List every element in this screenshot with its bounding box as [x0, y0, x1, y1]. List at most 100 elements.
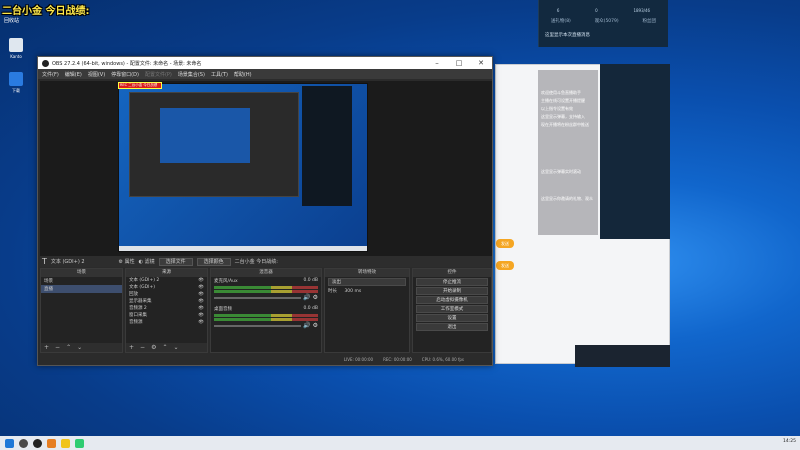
menu-help[interactable]: 帮助(H): [234, 71, 252, 78]
source-item[interactable]: 回放 👁: [126, 291, 207, 298]
maximize-icon[interactable]: □: [448, 59, 470, 67]
send-button-2[interactable]: 发送: [496, 261, 514, 270]
eye-icon[interactable]: 👁: [198, 305, 204, 312]
obs-window: OBS 27.2.4 (64-bit, windows) - 配置文件: 未命名…: [37, 56, 493, 366]
sources-header: 来源: [126, 269, 207, 277]
folder-icon[interactable]: [61, 438, 70, 448]
menu-profile[interactable]: 配置文件(P): [145, 71, 172, 78]
scene-item[interactable]: 场景: [41, 277, 122, 285]
nested-preview: [129, 92, 299, 197]
filters-button[interactable]: ◐ 滤镜: [139, 258, 155, 265]
close-icon[interactable]: ✕: [470, 59, 492, 67]
pick-file-button[interactable]: 选择文件: [158, 257, 193, 266]
menu-docks[interactable]: 停靠窗口(D): [111, 71, 139, 78]
studio-mode-button[interactable]: 工作室模式: [416, 305, 488, 313]
gear-icon[interactable]: ⚙: [313, 294, 318, 301]
search-icon[interactable]: [19, 438, 28, 448]
scene-item[interactable]: 直播: [41, 285, 122, 293]
menu-file[interactable]: 文件(F): [42, 71, 59, 78]
source-item[interactable]: 文本 (GDI+) 2 👁: [126, 277, 207, 284]
scenes-header: 场景: [41, 269, 122, 277]
mixer-meter: [214, 318, 318, 321]
eye-icon[interactable]: 👁: [198, 291, 204, 298]
scenes-footer: + − ⌃ ⌄: [41, 343, 122, 352]
mixer-meter: [214, 314, 318, 317]
rec-timer: REC: 00:00:00: [383, 356, 412, 362]
speaker-icon[interactable]: 🔊: [303, 294, 310, 301]
minimize-icon[interactable]: –: [426, 59, 448, 67]
obs-titlebar[interactable]: OBS 27.2.4 (64-bit, windows) - 配置文件: 未命名…: [38, 57, 492, 69]
add-icon[interactable]: +: [44, 344, 49, 351]
eye-icon[interactable]: 👁: [198, 319, 204, 326]
volume-slider[interactable]: [214, 296, 302, 299]
obs-window-title: OBS 27.2.4 (64-bit, windows) - 配置文件: 未命名…: [52, 60, 202, 67]
remove-icon[interactable]: −: [55, 344, 60, 351]
down-icon[interactable]: ⌄: [77, 344, 82, 351]
eye-icon[interactable]: 👁: [198, 277, 204, 284]
obs-menubar: 文件(F) 编辑(E) 视图(V) 停靠窗口(D) 配置文件(P) 场景集合(S…: [38, 69, 492, 79]
menu-edit[interactable]: 编辑(E): [65, 71, 82, 78]
source-toolbar: T 文本 (GDI+) 2 ⚙ 属性 ◐ 滤镜 选择文件 选择颜色 二台小金 今…: [40, 256, 492, 267]
up-icon[interactable]: ⌃: [66, 344, 71, 351]
scenes-dock: 场景 场景 直播 + − ⌃ ⌄: [40, 268, 123, 353]
obs-taskbar-icon[interactable]: [33, 438, 42, 448]
stream-overlay-title: 二台小金 今日战绩:: [2, 6, 90, 17]
source-item[interactable]: 音频源 2 👁: [126, 305, 207, 312]
live-stats-panel: 6 0 1893/46 送礼物(8) 观众(5079) 粉丝团 这里显示本次直播…: [538, 0, 668, 47]
source-item[interactable]: 文本 (GDI+) 👁: [126, 284, 207, 291]
send-button-1[interactable]: 发送: [496, 239, 514, 248]
volume-slider[interactable]: [214, 324, 302, 327]
text-content-value[interactable]: 二台小金 今日战绩:: [235, 258, 278, 265]
up-icon[interactable]: ⌃: [162, 344, 167, 351]
menu-scene-collection[interactable]: 场景集合(S): [178, 71, 205, 78]
mixer-channel-label: 桌面音频 0.0 dB: [214, 306, 318, 312]
duration-field[interactable]: 300 ms: [344, 289, 361, 294]
system-tray: 14:25: [783, 439, 796, 444]
start-icon[interactable]: [5, 438, 14, 448]
source-item[interactable]: 显示器采集 👁: [126, 298, 207, 305]
mixer-meter: [214, 286, 318, 289]
menu-view[interactable]: 视图(V): [88, 71, 105, 78]
live-timer: LIVE: 00:00:00: [343, 356, 374, 362]
chat-overlay: 欢迎使用斗鱼直播助手 主播在线可设置开播提醒 以上指令设置有效 这里显示弹幕，支…: [538, 70, 598, 235]
download-icon: [9, 72, 23, 86]
tab-audience[interactable]: 观众(5079): [595, 18, 619, 24]
app-taskbar-icon[interactable]: [75, 438, 84, 448]
obs-logo-icon: [42, 59, 49, 67]
eye-icon[interactable]: 👁: [198, 284, 204, 291]
stat-viewers: 1893/46: [633, 8, 651, 13]
down-icon[interactable]: ⌄: [173, 344, 178, 351]
nested-taskbar: [119, 246, 367, 251]
gear-icon[interactable]: ⚙: [151, 344, 156, 351]
cpu-fps: CPU: 0.6%, 60.00 fps: [421, 356, 464, 362]
source-item[interactable]: 音频源 👁: [126, 319, 207, 326]
transitions-header: 转场特效: [325, 269, 409, 277]
transition-select[interactable]: 淡出: [328, 278, 406, 286]
sources-footer: + − ⚙ ⌃ ⌄: [126, 343, 207, 352]
start-recording-button[interactable]: 开始录制: [416, 287, 488, 295]
exit-button[interactable]: 退出: [416, 323, 488, 331]
pick-color-button[interactable]: 选择颜色: [196, 257, 231, 266]
speaker-icon[interactable]: 🔊: [303, 322, 310, 329]
gear-icon[interactable]: ⚙: [313, 322, 318, 329]
add-icon[interactable]: +: [129, 344, 134, 351]
source-item[interactable]: 窗口采集 👁: [126, 312, 207, 319]
desktop-icon-download[interactable]: 下载: [2, 72, 30, 94]
tab-fans[interactable]: 粉丝团: [643, 18, 657, 24]
transitions-dock: 转场特效 淡出 时长 300 ms: [324, 268, 410, 353]
rec-tag-label[interactable]: REC 二台小金 今日战绩: [118, 82, 162, 89]
tray-time[interactable]: 14:25: [783, 439, 796, 444]
live-assistant-taskbar-icon[interactable]: [47, 438, 56, 448]
settings-button[interactable]: 设置: [416, 314, 488, 322]
virtual-camera-button[interactable]: 启动虚拟摄像机: [416, 296, 488, 304]
stat-likes: 6: [556, 8, 560, 13]
desktop-icon-app[interactable]: Kanto: [2, 38, 30, 59]
preview-canvas[interactable]: REC 二台小金 今日战绩: [40, 81, 492, 256]
stop-stream-button[interactable]: 停止推流: [416, 278, 488, 286]
menu-tools[interactable]: 工具(T): [211, 71, 228, 78]
eye-icon[interactable]: 👁: [198, 298, 204, 305]
properties-button[interactable]: ⚙ 属性: [119, 258, 135, 265]
eye-icon[interactable]: 👁: [198, 312, 204, 319]
remove-icon[interactable]: −: [140, 344, 145, 351]
tab-gifts[interactable]: 送礼物(8): [551, 18, 571, 24]
